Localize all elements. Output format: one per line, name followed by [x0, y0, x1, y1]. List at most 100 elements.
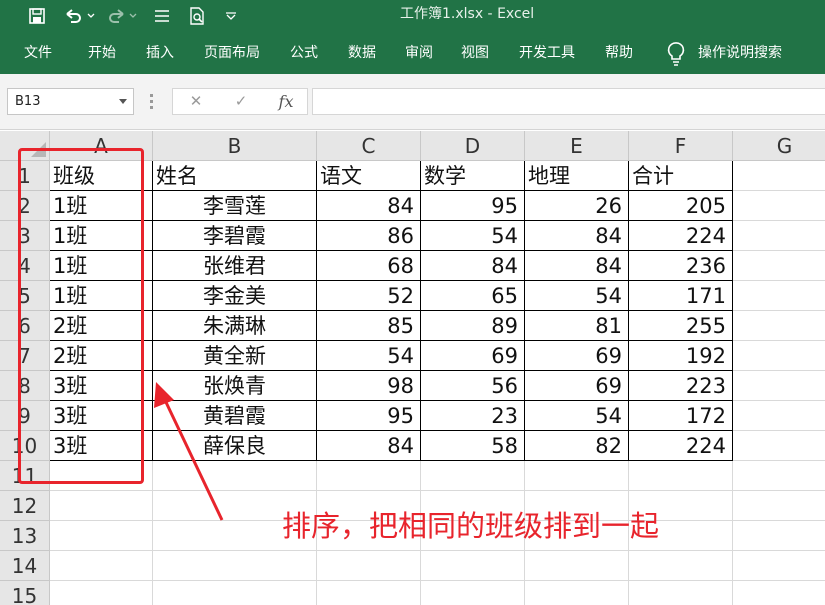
- cell-math[interactable]: 56: [421, 371, 525, 401]
- cell-total[interactable]: 205: [629, 191, 733, 221]
- cell-chinese[interactable]: 86: [317, 221, 421, 251]
- empty-cell[interactable]: [733, 161, 825, 191]
- insert-function-button[interactable]: fx: [271, 89, 301, 114]
- empty-cell[interactable]: [421, 551, 525, 581]
- cell-total[interactable]: 224: [629, 221, 733, 251]
- cell-geography[interactable]: 69: [525, 341, 629, 371]
- cell-name[interactable]: 李雪莲: [153, 191, 317, 221]
- undo-icon[interactable]: [62, 0, 84, 32]
- cell-chinese[interactable]: 98: [317, 371, 421, 401]
- print-preview-icon[interactable]: [186, 0, 208, 32]
- row-header-15[interactable]: 15: [0, 581, 50, 605]
- cell-name[interactable]: 张维君: [153, 251, 317, 281]
- tab-developer[interactable]: 开发工具: [519, 32, 575, 74]
- undo-dropdown-icon[interactable]: [86, 0, 96, 32]
- empty-cell[interactable]: [421, 581, 525, 605]
- empty-cell[interactable]: [629, 461, 733, 491]
- cell-chinese[interactable]: 95: [317, 401, 421, 431]
- row-header-13[interactable]: 13: [0, 521, 50, 551]
- cell-chinese[interactable]: 68: [317, 251, 421, 281]
- tab-help[interactable]: 帮助: [605, 32, 633, 74]
- save-icon[interactable]: [26, 0, 48, 32]
- column-header-c[interactable]: C: [317, 131, 421, 161]
- cell-math[interactable]: 54: [421, 221, 525, 251]
- empty-cell[interactable]: [50, 521, 153, 551]
- tab-review[interactable]: 审阅: [405, 32, 433, 74]
- tab-view[interactable]: 视图: [461, 32, 489, 74]
- enter-button[interactable]: ✓: [226, 89, 256, 114]
- cell-name[interactable]: 朱满琳: [153, 311, 317, 341]
- cell-math[interactable]: 95: [421, 191, 525, 221]
- empty-cell[interactable]: [50, 581, 153, 605]
- cell-chinese[interactable]: 84: [317, 191, 421, 221]
- cell-header-total[interactable]: 合计: [629, 161, 733, 191]
- empty-cell[interactable]: [733, 581, 825, 605]
- cell-geography[interactable]: 84: [525, 251, 629, 281]
- tab-formulas[interactable]: 公式: [290, 32, 318, 74]
- cell-total[interactable]: 255: [629, 311, 733, 341]
- cell-name[interactable]: 李碧霞: [153, 221, 317, 251]
- row-header-12[interactable]: 12: [0, 491, 50, 521]
- empty-cell[interactable]: [317, 551, 421, 581]
- empty-cell[interactable]: [153, 581, 317, 605]
- empty-cell[interactable]: [629, 581, 733, 605]
- cell-chinese[interactable]: 85: [317, 311, 421, 341]
- empty-cell[interactable]: [733, 371, 825, 401]
- cell-chinese[interactable]: 84: [317, 431, 421, 461]
- cell-name[interactable]: 李金美: [153, 281, 317, 311]
- cell-math[interactable]: 84: [421, 251, 525, 281]
- cell-total[interactable]: 171: [629, 281, 733, 311]
- cell-header-geography[interactable]: 地理: [525, 161, 629, 191]
- grip-icon[interactable]: [150, 94, 153, 110]
- cell-header-name[interactable]: 姓名: [153, 161, 317, 191]
- redo-dropdown-icon[interactable]: [128, 0, 138, 32]
- empty-cell[interactable]: [733, 431, 825, 461]
- empty-cell[interactable]: [733, 341, 825, 371]
- tab-file[interactable]: 文件: [24, 32, 52, 74]
- empty-cell[interactable]: [733, 191, 825, 221]
- cell-total[interactable]: 224: [629, 431, 733, 461]
- cell-geography[interactable]: 54: [525, 401, 629, 431]
- empty-cell[interactable]: [733, 251, 825, 281]
- tab-insert[interactable]: 插入: [146, 32, 174, 74]
- cell-geography[interactable]: 69: [525, 371, 629, 401]
- cell-header-math[interactable]: 数学: [421, 161, 525, 191]
- empty-cell[interactable]: [629, 551, 733, 581]
- redo-icon[interactable]: [106, 0, 128, 32]
- empty-cell[interactable]: [733, 521, 825, 551]
- cell-math[interactable]: 58: [421, 431, 525, 461]
- cell-geography[interactable]: 54: [525, 281, 629, 311]
- customize-icon[interactable]: [224, 0, 238, 32]
- cell-total[interactable]: 223: [629, 371, 733, 401]
- row-header-14[interactable]: 14: [0, 551, 50, 581]
- cell-geography[interactable]: 26: [525, 191, 629, 221]
- column-header-b[interactable]: B: [153, 131, 317, 161]
- tab-home[interactable]: 开始: [88, 32, 116, 74]
- tell-me-search[interactable]: 操作说明搜索: [698, 32, 782, 74]
- empty-cell[interactable]: [525, 581, 629, 605]
- cell-header-chinese[interactable]: 语文: [317, 161, 421, 191]
- cell-math[interactable]: 65: [421, 281, 525, 311]
- chevron-down-icon[interactable]: [119, 99, 127, 104]
- empty-cell[interactable]: [317, 461, 421, 491]
- lightbulb-icon[interactable]: [666, 41, 686, 67]
- empty-cell[interactable]: [50, 491, 153, 521]
- cell-geography[interactable]: 84: [525, 221, 629, 251]
- cell-geography[interactable]: 82: [525, 431, 629, 461]
- cell-chinese[interactable]: 54: [317, 341, 421, 371]
- name-box[interactable]: B13: [7, 88, 134, 115]
- cell-total[interactable]: 192: [629, 341, 733, 371]
- column-header-e[interactable]: E: [525, 131, 629, 161]
- empty-cell[interactable]: [733, 281, 825, 311]
- column-header-g[interactable]: G: [733, 131, 825, 161]
- empty-cell[interactable]: [733, 311, 825, 341]
- cell-math[interactable]: 69: [421, 341, 525, 371]
- empty-cell[interactable]: [733, 221, 825, 251]
- empty-cell[interactable]: [733, 461, 825, 491]
- empty-cell[interactable]: [317, 581, 421, 605]
- empty-cell[interactable]: [525, 461, 629, 491]
- empty-cell[interactable]: [525, 551, 629, 581]
- empty-cell[interactable]: [421, 461, 525, 491]
- cell-chinese[interactable]: 52: [317, 281, 421, 311]
- tab-page-layout[interactable]: 页面布局: [204, 32, 260, 74]
